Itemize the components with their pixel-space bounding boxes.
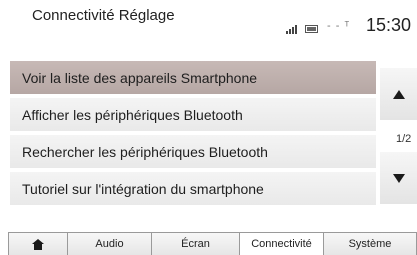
menu-item-label: Afficher les périphériques Bluetooth xyxy=(22,106,243,123)
tab-systeme[interactable]: Système xyxy=(324,232,417,255)
signal-strength-icon xyxy=(286,25,302,34)
tab-label: Connectivité xyxy=(251,238,312,250)
menu-item-bluetooth-devices[interactable]: Afficher les périphériques Bluetooth xyxy=(10,98,376,131)
status-header: Connectivité Réglage - - ᵀ 15:30 xyxy=(0,0,417,44)
menu-item-smartphone-tutorial[interactable]: Tutoriel sur l'intégration du smartphone xyxy=(10,172,376,205)
page-indicator: 1/2 xyxy=(396,133,412,145)
scroll-down-button[interactable] xyxy=(380,152,417,204)
arrow-down-icon xyxy=(392,173,405,183)
tab-ecran[interactable]: Écran xyxy=(152,232,240,255)
settings-menu-list: Voir la liste des appareils Smartphone A… xyxy=(10,61,376,209)
clock: 15:30 xyxy=(366,15,412,35)
network-indicator: - - ᵀ xyxy=(327,20,351,32)
menu-item-label: Voir la liste des appareils Smartphone xyxy=(22,69,258,86)
tab-label: Écran xyxy=(181,238,210,250)
battery-icon xyxy=(305,25,318,33)
menu-item-label: Rechercher les périphériques Bluetooth xyxy=(22,143,268,160)
menu-item-search-bluetooth[interactable]: Rechercher les périphériques Bluetooth xyxy=(10,135,376,168)
arrow-up-icon xyxy=(392,89,405,99)
tab-label: Audio xyxy=(95,238,124,250)
tab-home[interactable] xyxy=(8,232,68,255)
menu-item-smartphone-list[interactable]: Voir la liste des appareils Smartphone xyxy=(10,61,376,94)
scroll-up-button[interactable] xyxy=(380,68,417,120)
bottom-tab-bar: Audio Écran Connectivité Système xyxy=(8,232,417,255)
menu-item-label: Tutoriel sur l'intégration du smartphone xyxy=(22,180,264,197)
tab-connectivite[interactable]: Connectivité xyxy=(240,232,324,255)
home-icon xyxy=(32,238,44,250)
tab-audio[interactable]: Audio xyxy=(68,232,152,255)
page-title: Connectivité Réglage xyxy=(32,7,175,24)
tab-label: Système xyxy=(348,238,392,250)
